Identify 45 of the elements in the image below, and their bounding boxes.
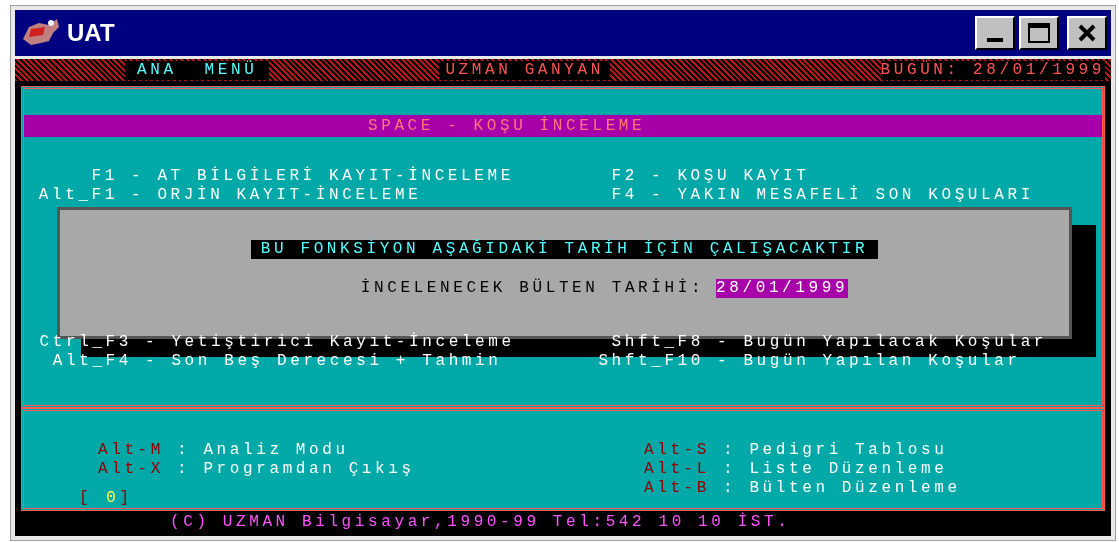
program-name: UZMAN GANYAN — [439, 60, 610, 80]
shortcut-key[interactable]: F4 — [600, 186, 638, 205]
shortcut-key[interactable]: F2 — [600, 167, 638, 186]
bracket-mark: ] — [119, 489, 133, 508]
minimize-button[interactable] — [975, 16, 1015, 50]
close-icon — [1078, 24, 1096, 42]
menu-option: : Programdan Çıkış — [177, 460, 415, 479]
menu-option: - Yetiştirici Kayıt-İnceleme — [145, 333, 515, 352]
shortcut-key[interactable]: Alt_F1 — [24, 186, 118, 205]
date-field[interactable]: 28/01/1999 — [716, 279, 849, 298]
menu-option: - KOŞU KAYIT — [651, 167, 810, 186]
shortcut-key[interactable]: Shft_F8 — [594, 333, 704, 352]
shortcut-key[interactable]: Alt-M — [98, 441, 164, 460]
menu-title: ANA — [137, 60, 177, 80]
minimize-icon — [987, 38, 1003, 42]
maximize-icon — [1028, 23, 1050, 43]
shortcut-key[interactable]: Alt-B — [644, 479, 710, 498]
menu-option: : Liste Düzenleme — [723, 460, 948, 479]
shortcut-key[interactable]: Alt-X — [98, 460, 164, 479]
screen-title: SPACE - KOŞU İNCELEME — [24, 115, 1102, 137]
menu-option: - ORJİN KAYIT-İNCELEME — [131, 186, 422, 205]
bracket-mark: [ — [79, 489, 93, 508]
current-date: BUGÜN: 28/01/1999 — [880, 60, 1105, 80]
shortcut-key[interactable]: Alt-L — [644, 460, 710, 479]
menu-option: - Bugün Yapılacak Koşular — [717, 333, 1048, 352]
menu-option: : Bülten Düzenleme — [723, 479, 961, 498]
menu-option: - Bugün Yapılan Koşular — [717, 352, 1021, 371]
menu-option: : Pedigri Tablosu — [723, 441, 948, 460]
shortcut-key[interactable]: Alt_F4 — [24, 352, 132, 371]
menu-option: - Son Beş Derecesi + Tahmin — [145, 352, 502, 371]
menu-option: - YAKIN MESAFELİ SON KOŞULARI — [651, 186, 1034, 205]
menu-title: MENÜ — [204, 60, 258, 80]
menu-option: - AT BİLGİLERİ KAYIT-İNCELEME — [131, 167, 514, 186]
maximize-button[interactable] — [1019, 16, 1059, 50]
window-title: UAT — [67, 18, 115, 48]
shortcut-key[interactable]: Shft_F10 — [594, 352, 704, 371]
dialog-message: BU FONKSİYON AŞAĞIDAKİ TARİH İÇİN ÇALIŞACAKTIR — [250, 240, 879, 259]
counter-value: 0 — [106, 489, 120, 508]
close-button[interactable] — [1067, 16, 1107, 50]
shortcut-key[interactable]: F1 — [24, 167, 118, 186]
menu-option: : Analiz Modu — [177, 441, 349, 460]
shortcut-key[interactable]: Ctrl_F3 — [24, 333, 132, 352]
footer-text: (C) UZMAN Bilgisayar,1990-99 Tel:542 10 10 İST. — [169, 513, 792, 532]
field-label: İNCELENECEK BÜLTEN TARİHİ: — [360, 279, 705, 298]
shortcut-key[interactable]: Alt-S — [644, 441, 710, 460]
